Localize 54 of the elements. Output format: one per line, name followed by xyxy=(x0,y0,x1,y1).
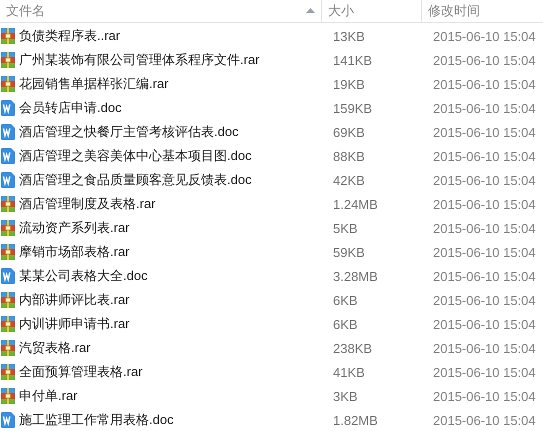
file-name[interactable]: 酒店管理之美容美体中心基本项目图.doc xyxy=(19,147,252,165)
modified-time: 2015-06-10 15:04 xyxy=(432,148,537,164)
modified-time: 2015-06-10 15:04 xyxy=(432,244,537,260)
file-size: 1.82MB xyxy=(332,412,379,428)
file-name[interactable]: 施工监理工作常用表格.doc xyxy=(19,411,174,429)
file-size: 141KB xyxy=(332,52,374,68)
file-name[interactable]: 酒店管理制度及表格.rar xyxy=(19,195,156,213)
file-size: 3KB xyxy=(332,388,359,404)
file-name[interactable]: 汽贸表格.rar xyxy=(19,339,90,357)
modified-time: 2015-06-10 15:04 xyxy=(432,100,537,116)
file-size: 59KB xyxy=(332,244,366,260)
modified-time: 2015-06-10 15:04 xyxy=(432,412,537,428)
modified-time: 2015-06-10 15:04 xyxy=(432,340,537,356)
file-size: 6KB xyxy=(332,316,359,332)
modified-time: 2015-06-10 15:04 xyxy=(432,220,537,236)
file-size: 1.24MB xyxy=(332,196,379,212)
file-name[interactable]: 酒店管理之食品质量顾客意见反馈表.doc xyxy=(19,171,252,189)
file-name[interactable]: 会员转店申请.doc xyxy=(19,99,122,117)
modified-time: 2015-06-10 15:04 xyxy=(432,124,537,140)
file-size: 88KB xyxy=(332,148,366,164)
file-size: 159KB xyxy=(332,100,374,116)
modified-time: 2015-06-10 15:04 xyxy=(432,364,537,380)
file-size: 238KB xyxy=(332,340,374,356)
file-name[interactable]: 内部讲师评比表.rar xyxy=(19,291,130,309)
file-name[interactable]: 某某公司表格大全.doc xyxy=(19,267,148,285)
column-header[interactable]: 大小 xyxy=(322,0,422,22)
file-size: 19KB xyxy=(332,76,366,92)
modified-time: 2015-06-10 15:04 xyxy=(432,292,537,308)
file-name[interactable]: 内训讲师申请书.rar xyxy=(19,315,130,333)
file-size: 42KB xyxy=(332,172,366,188)
modified-time: 2015-06-10 15:04 xyxy=(432,316,537,332)
modified-time: 2015-06-10 15:04 xyxy=(432,172,537,188)
modified-time: 2015-06-10 15:04 xyxy=(432,388,537,404)
file-name[interactable]: 酒店管理之快餐厅主管考核评估表.doc xyxy=(19,123,239,141)
file-name[interactable]: 负债类程序表..rar xyxy=(19,27,120,45)
file-size: 41KB xyxy=(332,364,366,380)
file-name[interactable]: 摩销市场部表格.rar xyxy=(19,243,130,261)
file-size: 6KB xyxy=(332,292,359,308)
file-name[interactable]: 广州某装饰有限公司管理体系程序文件.rar xyxy=(19,51,260,69)
file-name[interactable]: 全面预算管理表格.rar xyxy=(19,363,142,381)
modified-time: 2015-06-10 15:04 xyxy=(432,76,537,92)
file-name[interactable]: 流动资产系列表.rar xyxy=(19,219,130,237)
file-size: 69KB xyxy=(332,124,366,140)
modified-time: 2015-06-10 15:04 xyxy=(432,52,537,68)
file-size: 13KB xyxy=(332,28,366,44)
modified-time: 2015-06-10 15:04 xyxy=(432,268,537,284)
modified-time: 2015-06-10 15:04 xyxy=(432,196,537,212)
file-name[interactable]: 申付单.rar xyxy=(19,387,78,405)
column-header[interactable]: 文件名 xyxy=(0,0,322,22)
file-name[interactable]: 花园销售单据样张汇编.rar xyxy=(19,75,168,93)
file-size: 3.28MB xyxy=(332,268,379,284)
file-size: 5KB xyxy=(332,220,359,236)
modified-time: 2015-06-10 15:04 xyxy=(432,28,537,44)
column-header[interactable]: 修改时间 xyxy=(422,0,543,22)
